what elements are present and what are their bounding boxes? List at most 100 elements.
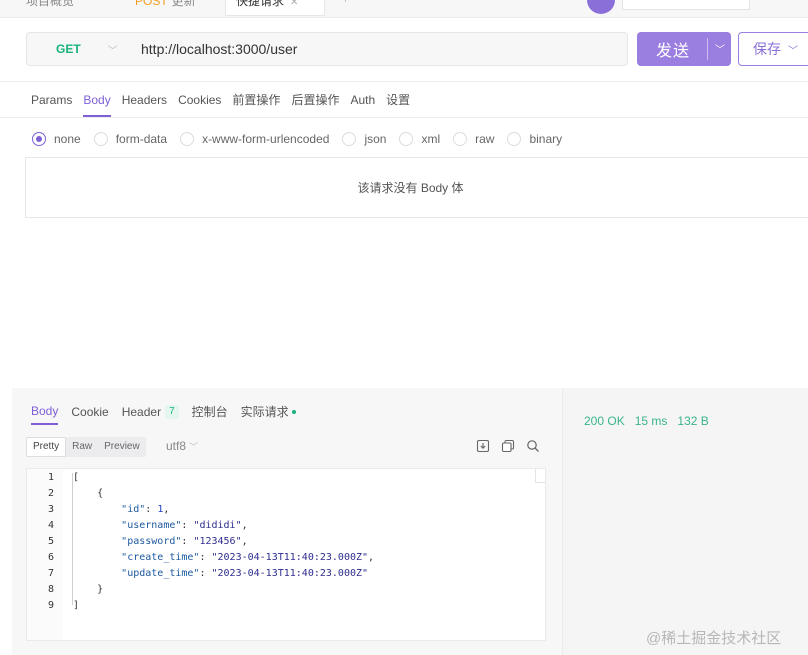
tab-label: 快捷请求 [236, 0, 285, 8]
radio-xml[interactable]: xml [399, 132, 440, 146]
tab-label: 项目概览 [26, 0, 75, 8]
code-token: "password" [121, 536, 182, 547]
radio-binary[interactable]: binary [507, 132, 562, 146]
tab-post-request[interactable]: 后置操作 [291, 90, 339, 117]
divider [0, 117, 808, 118]
code-token: : [181, 536, 194, 547]
avatar[interactable] [587, 0, 615, 14]
response-meta-panel [562, 388, 808, 655]
send-button[interactable]: 发送 ﹀ [637, 32, 731, 66]
tab-quick-request[interactable]: 快捷请求 ✕ [225, 0, 325, 16]
view-mode-group: Pretty Raw Preview [26, 437, 146, 457]
tab-response-body[interactable]: Body [31, 398, 59, 425]
tab-label: 实际请求 [240, 404, 289, 419]
view-mode-preview[interactable]: Preview [98, 437, 146, 457]
view-mode-raw[interactable]: Raw [66, 437, 98, 457]
code-text: "update_time": "2023-04-13T11:40:23.000Z… [73, 566, 368, 582]
response-code-view[interactable]: 1[2 {3 "id": 1, 4 "username": "dididi", 5 … [26, 468, 546, 641]
radio-urlencoded[interactable]: x-www-form-urlencoded [180, 132, 329, 146]
radio-dot[interactable] [507, 132, 522, 146]
code-token: "create_time" [121, 552, 200, 563]
tab-settings[interactable]: 设置 [386, 90, 410, 117]
tab-cookies[interactable]: Cookies [178, 90, 221, 117]
empty-body-text: 该请求没有 Body 体 [357, 181, 464, 195]
tab-actual-request[interactable]: 实际请求 [241, 398, 296, 425]
divider [707, 38, 708, 60]
radio-json[interactable]: json [342, 132, 386, 146]
code-token: ] [73, 600, 80, 611]
code-token: : [181, 520, 194, 531]
code-token: : [199, 568, 212, 579]
radio-form-data[interactable]: form-data [93, 132, 168, 146]
line-number: 1 [47, 472, 54, 483]
tab-response-cookie[interactable]: Cookie [71, 398, 108, 425]
tab-pre-request[interactable]: 前置操作 [232, 90, 280, 117]
tab-body[interactable]: Body [83, 90, 111, 117]
tab-project-overview[interactable]: 项目概览 [26, 0, 74, 16]
save-label: 保存 [753, 41, 781, 57]
code-text: { [73, 486, 103, 502]
line-number: 6 [47, 552, 54, 563]
save-button[interactable]: 保存 ﹀ [738, 32, 808, 66]
response-tabs: Body Cookie Header 7 控制台 实际请求 [31, 398, 309, 426]
status-code: 200 OK [584, 414, 625, 428]
radio-label: json [364, 132, 387, 146]
divider [0, 81, 808, 82]
radio-label: raw [475, 132, 495, 146]
radio-label: x-www-form-urlencoded [202, 132, 330, 146]
radio-dot[interactable] [342, 132, 357, 146]
tab-update-request[interactable]: POST 更新 [135, 0, 196, 16]
tab-method: POST [135, 0, 168, 8]
tab-params[interactable]: Params [31, 90, 72, 117]
view-mode-pretty[interactable]: Pretty [26, 437, 67, 457]
radio-dot[interactable] [453, 132, 468, 146]
empty-body-panel: 该请求没有 Body 体 [25, 157, 808, 218]
chevron-down-icon[interactable]: ﹀ [715, 41, 725, 56]
radio-dot[interactable] [32, 132, 46, 146]
method-select[interactable]: GET ﹀ [27, 33, 131, 65]
encoding-label: utf8 [166, 439, 187, 453]
new-tab-button[interactable]: + [342, 0, 349, 16]
code-token: : [199, 552, 212, 563]
tab-auth[interactable]: Auth [350, 90, 375, 117]
chevron-down-icon: ﹀ [189, 442, 199, 452]
encoding-select[interactable]: utf8 ﹀ [166, 439, 198, 453]
radio-label: xml [421, 132, 441, 146]
code-token: [ [73, 472, 80, 483]
code-text: "username": "dididi", [73, 518, 247, 534]
environment-select[interactable] [622, 0, 750, 10]
tab-label: 更新 [171, 0, 196, 8]
line-number: 4 [47, 520, 54, 531]
code-text: "id": 1, [73, 502, 169, 518]
close-icon[interactable]: ✕ [290, 0, 298, 8]
radio-none[interactable]: none [32, 132, 81, 146]
radio-dot[interactable] [180, 132, 195, 146]
response-toolbar [476, 439, 551, 453]
tab-response-header[interactable]: Header 7 [122, 398, 179, 425]
radio-label: form-data [115, 132, 168, 146]
copy-icon[interactable] [501, 439, 515, 453]
response-time: 15 ms [634, 414, 668, 428]
radio-raw[interactable]: raw [453, 132, 494, 146]
watermark: @稀土掘金技术社区 [646, 630, 782, 647]
tab-console[interactable]: 控制台 [192, 398, 228, 425]
radio-dot[interactable] [399, 132, 414, 146]
request-tabs: Params Body Headers Cookies 前置操作 后置操作 Au… [31, 90, 421, 118]
line-number: 2 [47, 488, 54, 499]
code-token: , [368, 552, 375, 563]
code-token: , [241, 536, 248, 547]
code-text: } [73, 582, 103, 598]
search-icon[interactable] [526, 439, 540, 453]
tab-headers[interactable]: Headers [122, 90, 167, 117]
line-number: 3 [47, 504, 54, 515]
code-token: "2023-04-13T11:40:23.000Z" [211, 552, 369, 563]
radio-dot[interactable] [93, 132, 108, 146]
download-icon[interactable] [476, 439, 490, 453]
response-size: 132 B [677, 414, 709, 428]
url-input[interactable]: http://localhost:3000/user [141, 33, 297, 65]
header-count-badge: 7 [165, 404, 179, 419]
